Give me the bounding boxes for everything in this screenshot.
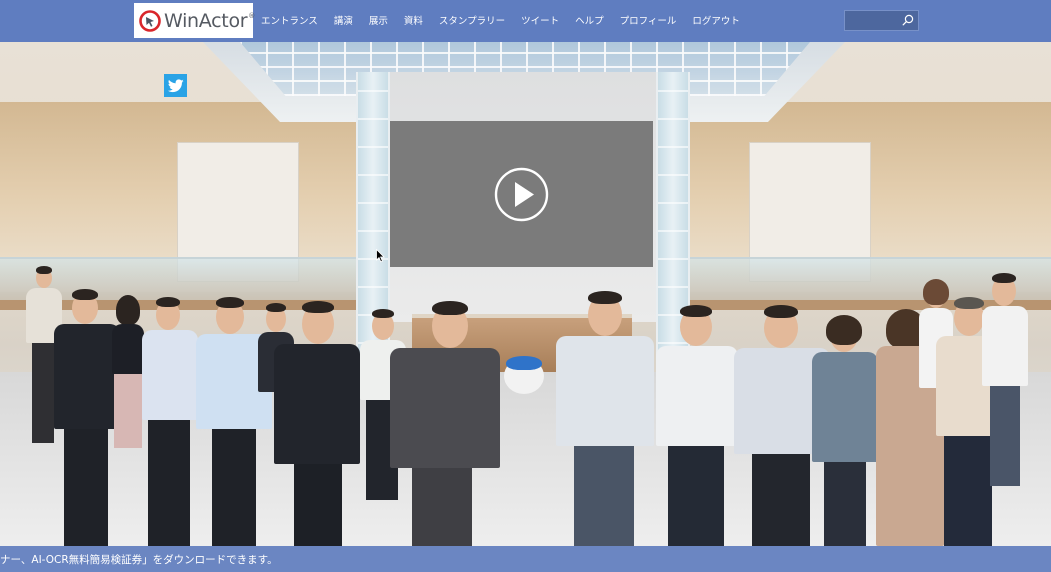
- nav-item-materials[interactable]: 資料: [404, 14, 423, 30]
- nav-item-help[interactable]: ヘルプ: [575, 14, 604, 30]
- video-player[interactable]: [390, 121, 653, 267]
- staff-person: [550, 291, 660, 546]
- winactor-logo[interactable]: WinActor®: [134, 3, 255, 38]
- nav-item-exhibition[interactable]: 展示: [369, 14, 388, 30]
- nav-item-tweet[interactable]: ツイート: [521, 14, 559, 30]
- logo-wordmark: WinActor®: [164, 9, 255, 32]
- staff-person: [140, 297, 200, 546]
- nav-item-entrance[interactable]: エントランス: [261, 14, 318, 30]
- staff-person: [350, 301, 510, 546]
- search-input[interactable]: [845, 11, 901, 30]
- mouse-cursor-icon: [376, 249, 385, 263]
- main-nav: エントランス 講演 展示 資料 スタンプラリー ツイート ヘルプ プロフィール …: [261, 14, 740, 30]
- search-icon[interactable]: [902, 14, 914, 26]
- nav-item-stamp-rally[interactable]: スタンプラリー: [439, 14, 505, 30]
- nav-item-logout[interactable]: ログアウト: [692, 14, 740, 30]
- ticker-text: ナー、AI-OCR無料簡易検証券」をダウンロードできます。: [0, 554, 278, 566]
- announcement-ticker: ナー、AI-OCR無料簡易検証券」をダウンロードできます。: [0, 546, 1051, 572]
- twitter-button[interactable]: [164, 74, 187, 97]
- staff-person: [652, 305, 742, 546]
- play-icon[interactable]: [494, 167, 549, 222]
- winactor-logo-icon: [139, 9, 161, 32]
- twitter-icon: [167, 78, 184, 92]
- mascot-character: [504, 356, 544, 398]
- staff-person: [980, 273, 1030, 486]
- nav-item-profile[interactable]: プロフィール: [620, 14, 677, 30]
- search-box: [844, 10, 919, 31]
- staff-person: [272, 301, 362, 546]
- virtual-exhibition-hall: [0, 42, 1051, 546]
- top-navigation-bar: WinActor® エントランス 講演 展示 資料 スタンプラリー ツイート ヘ…: [0, 0, 1051, 42]
- nav-item-lecture[interactable]: 講演: [334, 14, 353, 30]
